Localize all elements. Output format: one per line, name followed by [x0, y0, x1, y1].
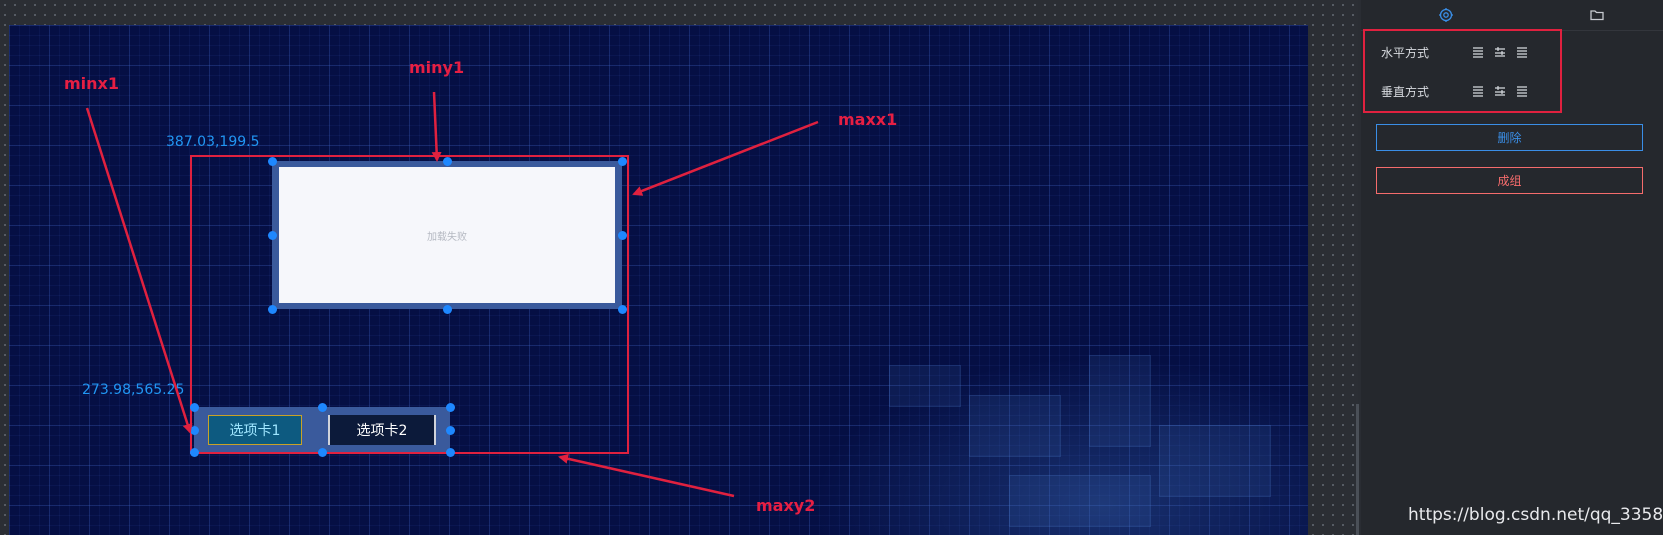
resize-handle[interactable]	[617, 304, 627, 314]
resize-handle[interactable]	[267, 304, 277, 314]
background-block	[1089, 355, 1151, 447]
annotation-maxy: maxy2	[756, 496, 816, 515]
delete-button[interactable]: 删除	[1376, 124, 1643, 151]
watermark-text: https://blog.csdn.net/qq_33589232	[1408, 505, 1663, 525]
vertical-align-label: 垂直方式	[1381, 84, 1430, 99]
tabs-widget[interactable]: 选项卡1 选项卡2	[194, 407, 450, 452]
canvas-scroll-area	[1308, 0, 1358, 535]
coordinate-label-bottom: 273.98,565.25	[82, 382, 185, 398]
resize-handle[interactable]	[445, 402, 455, 412]
image-load-failed-text: 加载失败	[427, 231, 467, 243]
tab-option-1[interactable]: 选项卡1	[208, 415, 302, 445]
resize-handle[interactable]	[189, 425, 199, 435]
horizontal-align-row: 水平方式	[1381, 42, 1537, 62]
horizontal-align-label: 水平方式	[1381, 45, 1430, 60]
align-center-icon[interactable]	[1493, 45, 1507, 59]
background-block	[1009, 475, 1151, 527]
annotation-miny: miny1	[409, 58, 465, 77]
align-left-icon[interactable]	[1471, 45, 1485, 59]
resize-handle[interactable]	[267, 230, 277, 240]
coordinate-label-top: 387.03,199.5	[166, 134, 260, 150]
resize-handle[interactable]	[442, 304, 452, 314]
resize-handle[interactable]	[317, 447, 327, 457]
resize-handle[interactable]	[445, 447, 455, 457]
vertical-align-row: 垂直方式	[1381, 81, 1537, 101]
annotation-maxx: maxx1	[838, 110, 898, 129]
image-widget[interactable]: 加载失败	[272, 161, 622, 309]
alignment-section: 水平方式 垂直方式	[1363, 29, 1562, 113]
panel-tab-bar	[1361, 0, 1663, 31]
tab-option-2-label: 选项卡2	[356, 423, 408, 439]
resize-handle[interactable]	[189, 447, 199, 457]
resize-handle[interactable]	[617, 230, 627, 240]
align-middle-icon[interactable]	[1493, 84, 1507, 98]
background-block	[1159, 425, 1271, 497]
resize-handle[interactable]	[317, 402, 327, 412]
scrollbar-thumb[interactable]	[1356, 404, 1359, 535]
folder-icon[interactable]	[1589, 7, 1605, 23]
group-button[interactable]: 成组	[1376, 167, 1643, 194]
align-bottom-icon[interactable]	[1515, 84, 1529, 98]
resize-handle[interactable]	[442, 156, 452, 166]
tab-option-2[interactable]: 选项卡2	[328, 415, 436, 445]
resize-handle[interactable]	[617, 156, 627, 166]
image-placeholder: 加载失败	[279, 167, 615, 303]
resize-handle[interactable]	[445, 425, 455, 435]
annotation-minx: minx1	[64, 74, 119, 93]
resize-handle[interactable]	[267, 156, 277, 166]
settings-icon[interactable]	[1438, 7, 1454, 23]
align-top-icon[interactable]	[1471, 84, 1485, 98]
background-block	[889, 365, 961, 407]
properties-panel: 水平方式 垂直方式 删除 成组	[1361, 0, 1663, 535]
resize-handle[interactable]	[189, 402, 199, 412]
align-right-icon[interactable]	[1515, 45, 1529, 59]
background-block	[969, 395, 1061, 457]
tab-option-1-label: 选项卡1	[229, 423, 281, 439]
